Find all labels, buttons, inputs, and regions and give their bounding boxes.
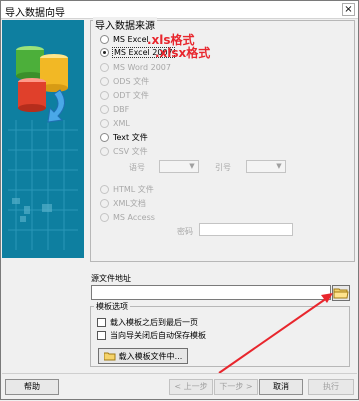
xlsx-format-annotation: .xlsx格式 [155,46,211,60]
option-xml[interactable]: XML [100,117,130,130]
option-label: MS Access [113,213,155,222]
auto-save-template-option[interactable]: 当向导关闭后自动保存模板 [97,329,206,341]
browse-folder-button[interactable] [332,285,350,301]
separator-label: 语号 [129,163,145,172]
option-label: MS Excel [113,35,149,44]
quote-label: 引号 [215,163,231,172]
checkbox-load-template-last-page[interactable] [97,317,106,327]
option-label: XML [113,119,130,128]
option-html[interactable]: HTML 文件 [100,183,154,196]
option-dbf[interactable]: DBF [100,103,129,116]
option-label: Text 文件 [113,133,148,142]
quote-select[interactable]: ▼ [246,160,286,173]
radio-csv[interactable] [100,147,109,156]
option-label: DBF [113,105,130,114]
radio-ms-word-2007[interactable] [100,63,109,72]
radio-odt[interactable] [100,91,109,100]
execute-button[interactable]: 执行 [308,379,354,395]
prev-button[interactable]: < 上一步 [169,379,213,395]
option-ms-excel[interactable]: MS Excel [100,33,149,46]
source-file-label: 源文件地址 [91,274,131,283]
folder-icon [103,352,116,361]
window-title: 导入数据向导 [5,8,65,19]
chevron-down-icon: ▼ [276,162,282,170]
option-label: HTML 文件 [113,185,154,194]
help-button[interactable]: 帮助 [5,379,59,395]
option-ods[interactable]: ODS 文件 [100,75,149,88]
option-ms-word-2007[interactable]: MS Word 2007 [100,61,171,74]
radio-ods[interactable] [100,77,109,86]
radio-ms-excel-2007[interactable] [100,48,109,57]
close-button[interactable]: × [342,3,355,16]
radio-xml-doc[interactable] [100,199,109,208]
radio-dbf[interactable] [100,105,109,114]
radio-ms-excel[interactable] [100,35,109,44]
load-template-last-page-option[interactable]: 载入模板之后到最后一页 [97,316,198,328]
option-label: ODT 文件 [113,91,149,100]
password-input[interactable] [199,223,293,236]
wizard-side-illustration [2,20,84,258]
radio-html[interactable] [100,185,109,194]
option-xml-doc[interactable]: XML文档 [100,197,146,210]
option-label: ODS 文件 [113,77,150,86]
checkbox-auto-save-template[interactable] [97,330,106,340]
option-ms-access[interactable]: MS Access [100,211,155,224]
option-label: CSV 文件 [113,147,148,156]
password-label: 密码 [177,227,193,236]
footer-divider [2,373,357,374]
database-illustration-icon [2,20,84,258]
template-options-title: 模板选项 [94,301,130,312]
radio-xml[interactable] [100,119,109,128]
chevron-down-icon: ▼ [189,162,195,170]
title-bar: 导入数据向导 × [1,1,358,19]
radio-text[interactable] [100,133,109,142]
radio-ms-access[interactable] [100,213,109,222]
load-template-button[interactable]: 载入模板文件中... [98,348,188,364]
checkbox-label: 载入模板之后到最后一页 [110,317,198,327]
option-csv[interactable]: CSV 文件 [100,145,148,158]
cancel-button[interactable]: 取消 [259,379,303,395]
option-label: MS Word 2007 [113,63,171,72]
option-odt[interactable]: ODT 文件 [100,89,149,102]
checkbox-label: 当向导关闭后自动保存模板 [110,330,206,340]
load-template-label: 载入模板文件中... [118,351,183,361]
folder-icon [333,288,349,299]
separator-select[interactable]: ▼ [159,160,199,173]
import-wizard-window: 导入数据向导 × 导入数据来源 MS Excel MS Excel 2007 M… [0,0,359,400]
option-text[interactable]: Text 文件 [100,131,148,144]
option-label: XML文档 [113,199,146,208]
source-file-input[interactable] [91,285,331,300]
next-button[interactable]: 下一步 > [214,379,258,395]
import-source-title: 导入数据来源 [93,17,157,32]
